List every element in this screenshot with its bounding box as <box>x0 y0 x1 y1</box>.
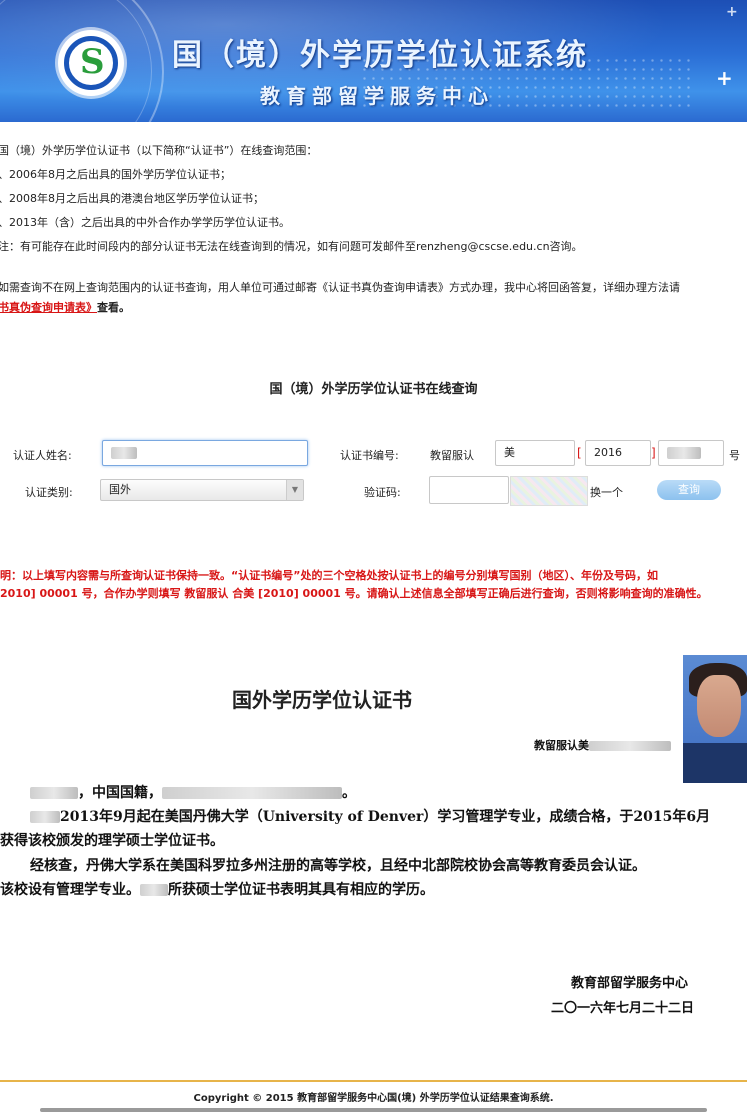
certificate-line-5: 该校设有管理学专业。 所获硕士学位证书表明其具有相应的学历。 <box>0 879 434 899</box>
cert-country-input[interactable]: 美 <box>495 440 575 466</box>
certificate-title: 国外学历学位认证书 <box>232 688 412 712</box>
system-title: 国（境）外学历学位认证系统 <box>172 38 588 73</box>
holder-name-redacted <box>30 787 78 799</box>
certificate-number-prefix: 教留服认美 <box>534 739 589 752</box>
intro-scope-item-2: 、2008年8月之后出具的港澳台地区学历学位认证书； <box>0 192 264 205</box>
chevron-down-icon: ▼ <box>286 480 303 500</box>
issue-date: 二〇一六年七月二十二日 <box>551 1001 695 1016</box>
certificate-number: 教留服认美 <box>534 737 671 753</box>
intro-scope-item-1: 、2006年8月之后出具的国外学历学位认证书； <box>0 168 231 181</box>
certificate-line-4: 经核查，丹佛大学系在美国科罗拉多州注册的高等学校，且经中北部院校协会高等教育委员… <box>30 858 646 874</box>
certificate-number-redacted <box>589 741 671 751</box>
category-selected-value: 国外 <box>109 483 131 496</box>
plus-decoration-icon: + <box>716 66 733 90</box>
certificate-line-2: 2013年9月起在美国丹佛大学（University of Denver）学习管… <box>30 806 710 826</box>
header-banner: S 国（境）外学历学位认证系统 教育部留学服务中心 + + <box>0 0 747 122</box>
photo-face <box>697 675 741 737</box>
name-redacted <box>111 447 137 459</box>
application-form-link[interactable]: 书真伪查询申请表》 <box>0 301 97 314</box>
form-notice-line-1: 明：以上填写内容需与所查询认证书保持一致。“认证书编号”处的三个空格处按认证书上… <box>0 569 658 582</box>
number-suffix: 号 <box>729 449 740 462</box>
holder-photo <box>683 655 747 783</box>
category-label: 认证类别: <box>25 486 73 499</box>
intro-offline-query-text: 如需查询不在网上查询范围内的认证书查询，用人单位可通过邮寄《认证书真伪查询申请表… <box>0 281 680 294</box>
system-subtitle: 教育部留学服务中心 <box>260 84 494 108</box>
cert-year-input[interactable]: 2016 <box>585 440 651 466</box>
cert-number-redacted <box>667 447 701 459</box>
degree-text: 所获硕士学位证书表明其具有相应的学历。 <box>168 882 434 898</box>
captcha-label: 验证码: <box>364 486 401 499</box>
name-input[interactable] <box>102 440 308 466</box>
copyright-text: Copyright © 2015 教育部留学服务中心国(境) 外学历学位认证结果… <box>193 1093 554 1104</box>
certificate-line-1: ，中国国籍， 。 <box>30 782 356 802</box>
pronoun-redacted <box>30 811 60 823</box>
name-label: 认证人姓名: <box>13 449 72 462</box>
footer-divider <box>0 1080 747 1082</box>
id-number-redacted <box>162 787 342 799</box>
link-suffix: 查看。 <box>97 301 130 314</box>
cert-number-input[interactable] <box>658 440 724 466</box>
logo-s-mark: S <box>80 42 105 82</box>
query-form-title: 国（境）外学历学位认证书在线查询 <box>269 382 478 397</box>
plus-decoration-icon: + <box>726 4 738 20</box>
cscse-logo: S <box>58 30 124 96</box>
pronoun-redacted-2 <box>140 884 168 896</box>
captcha-input[interactable] <box>429 476 509 504</box>
certificate-line-3: 获得该校颁发的理学硕士学位证书。 <box>0 833 224 849</box>
bracket-close: ] <box>651 446 656 460</box>
form-notice-line-2: 2010] 00001 号，合作办学则填写 教留服认 合美 [2010] 000… <box>0 587 708 600</box>
study-text: 2013年9月起在美国丹佛大学（University of Denver）学习管… <box>60 809 711 825</box>
category-select[interactable]: 国外 ▼ <box>100 479 304 501</box>
nationality-text: ，中国国籍， <box>78 785 162 801</box>
intro-link-line: 书真伪查询申请表》查看。 <box>0 301 130 315</box>
query-button[interactable]: 查询 <box>657 480 721 500</box>
cert-number-label: 认证书编号: <box>340 449 399 462</box>
cert-prefix: 教留服认 <box>430 449 474 462</box>
major-text: 该校设有管理学专业。 <box>0 882 140 898</box>
intro-scope-item-3: 、2013年（含）之后出具的中外合作办学学历学位认证书。 <box>0 216 290 229</box>
bracket-open: [ <box>577 446 582 460</box>
captcha-image <box>510 476 588 506</box>
issuer-name: 教育部留学服务中心 <box>571 976 689 991</box>
horizontal-scrollbar[interactable] <box>40 1108 707 1112</box>
refresh-captcha-link[interactable]: 换一个 <box>590 484 623 500</box>
intro-email-note: 注：有可能存在此时间段内的部分认证书无法在线查询到的情况，如有问题可发邮件至re… <box>0 240 583 253</box>
photo-body <box>683 743 747 783</box>
intro-scope-heading: 国（境）外学历学位认证书（以下简称“认证书”）在线查询范围： <box>0 144 318 157</box>
line-end: 。 <box>342 785 356 801</box>
